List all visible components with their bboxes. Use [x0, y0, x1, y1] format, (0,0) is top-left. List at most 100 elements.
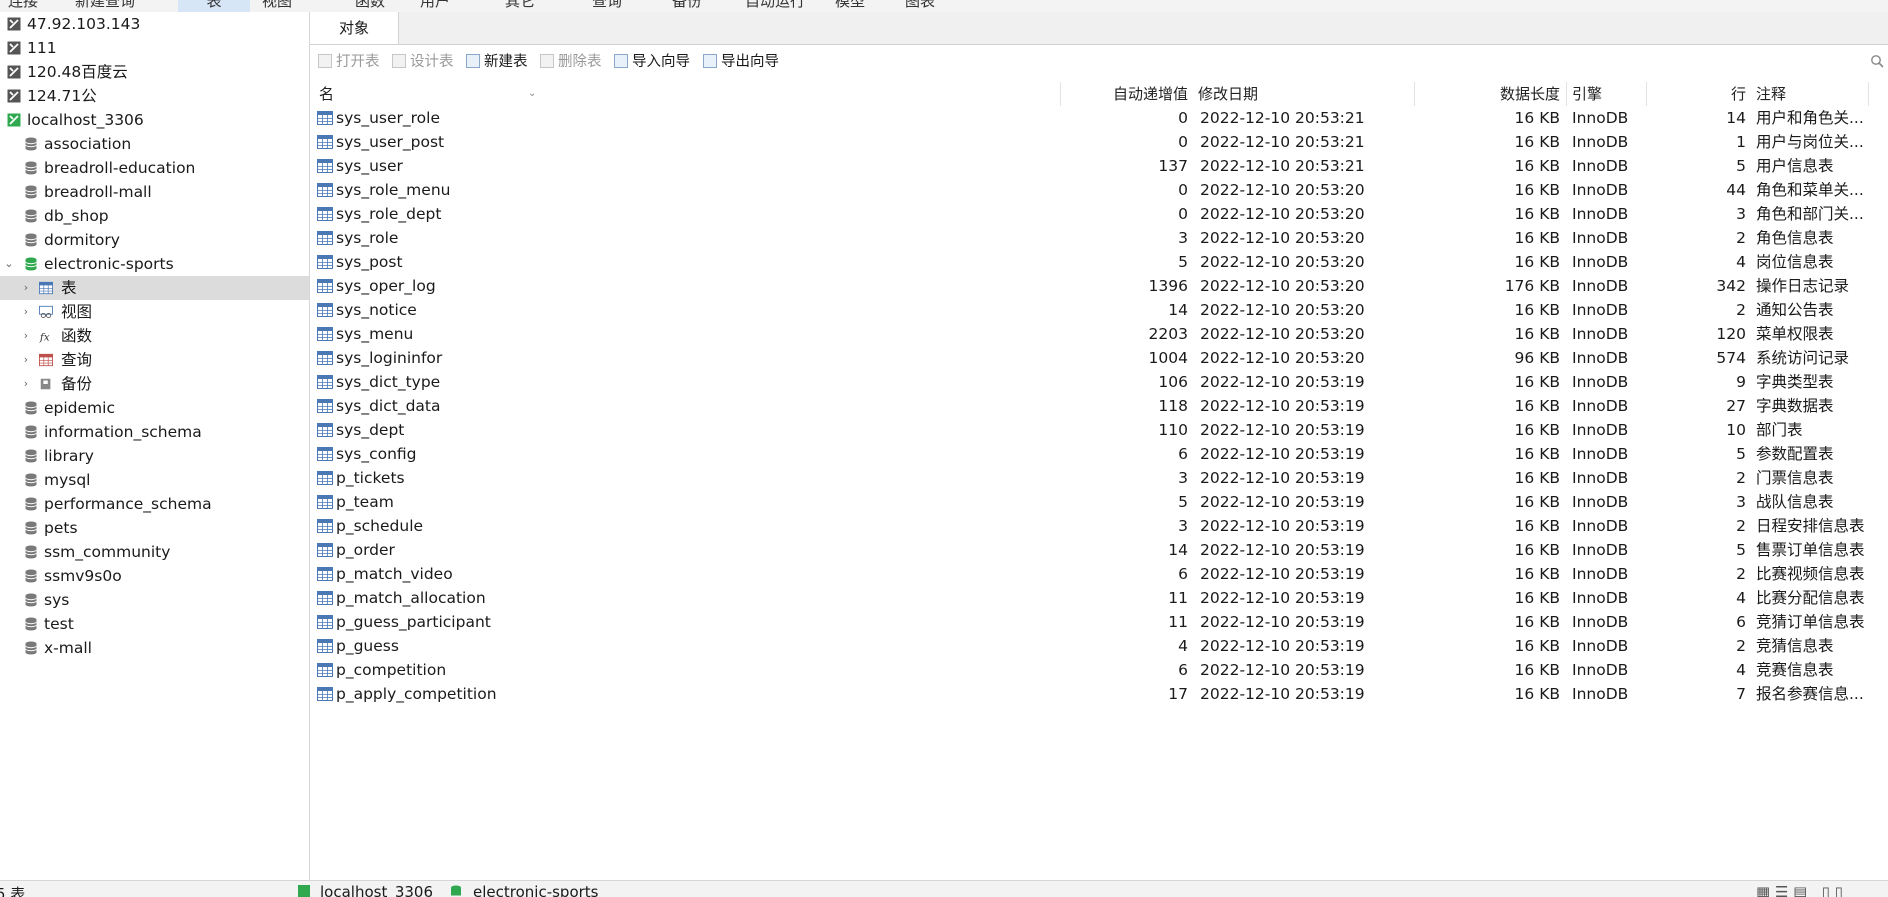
menu-item-10[interactable]: 模型	[835, 0, 865, 12]
menu-item-2[interactable]: 表	[178, 0, 250, 12]
open-table-button[interactable]: 打开表	[318, 49, 380, 75]
database-item[interactable]: ssmv9s0o	[0, 564, 309, 588]
chevron-right-icon[interactable]: ›	[20, 348, 32, 372]
column-divider[interactable]	[1060, 82, 1061, 106]
menu-item-4[interactable]: 函数	[355, 0, 385, 12]
chevron-down-icon[interactable]: ⌄	[3, 252, 15, 276]
table-cell: 16 KB	[1514, 157, 1560, 175]
export-wizard-button[interactable]: 导出向导	[703, 49, 779, 75]
table-row[interactable]: sys_role_menu 0 2022-12-10 20:53:20 16 KB In…	[310, 178, 1888, 202]
database-item[interactable]: breadroll-education	[0, 156, 309, 180]
tab-objects[interactable]: 对象	[310, 12, 399, 44]
chevron-right-icon[interactable]: ›	[20, 372, 32, 396]
database-item[interactable]: pets	[0, 516, 309, 540]
table-row[interactable]: sys_user 137 2022-12-10 20:53:21 16 KB InnoD…	[310, 154, 1888, 178]
menu-item-0[interactable]: 连接	[8, 0, 38, 12]
table-row[interactable]: sys_post 5 2022-12-10 20:53:20 16 KB InnoDB 4…	[310, 250, 1888, 274]
column-header[interactable]: 自动递增值	[1010, 82, 1188, 106]
connection-item-active[interactable]: localhost_3306	[0, 108, 309, 132]
column-divider[interactable]	[1414, 82, 1415, 106]
table-cell: p_team	[336, 493, 394, 511]
table-cell: 角色信息表	[1756, 229, 1834, 247]
database-item[interactable]: library	[0, 444, 309, 468]
search-icon[interactable]	[1870, 54, 1884, 68]
menu-item-11[interactable]: 图表	[905, 0, 935, 12]
table-row[interactable]: sys_dept 110 2022-12-10 20:53:19 16 KB InnoD…	[310, 418, 1888, 442]
table-row[interactable]: sys_logininfor 1004 2022-12-10 20:53:20 96 …	[310, 346, 1888, 370]
database-child-item[interactable]: › 查询	[0, 348, 309, 372]
column-divider[interactable]	[1646, 82, 1647, 106]
table-row[interactable]: p_tickets 3 2022-12-10 20:53:19 16 KB InnoDB…	[310, 466, 1888, 490]
view-mode-icons[interactable]: ▦ ☰ ▤ ▯ ▯	[1756, 883, 1843, 897]
svg-text:fx: fx	[39, 331, 50, 343]
table-row[interactable]: p_team 5 2022-12-10 20:53:19 16 KB InnoDB 3 战队…	[310, 490, 1888, 514]
table-cell: 2022-12-10 20:53:19	[1200, 469, 1365, 487]
table-row[interactable]: sys_config 6 2022-12-10 20:53:19 16 KB InnoD…	[310, 442, 1888, 466]
database-item[interactable]: association	[0, 132, 309, 156]
database-item[interactable]: test	[0, 612, 309, 636]
menu-item-7[interactable]: 查询	[592, 0, 622, 12]
column-header[interactable]: 数据长度	[1410, 82, 1560, 106]
table-row[interactable]: p_order 14 2022-12-10 20:53:19 16 KB InnoDB 5…	[310, 538, 1888, 562]
database-item[interactable]: performance_schema	[0, 492, 309, 516]
database-child-item[interactable]: › fx 函数	[0, 324, 309, 348]
database-child-item[interactable]: › 表	[0, 276, 309, 300]
menu-item-9[interactable]: 自动运行	[745, 0, 805, 12]
table-row[interactable]: sys_role 3 2022-12-10 20:53:20 16 KB InnoDB 2…	[310, 226, 1888, 250]
database-item[interactable]: x-mall	[0, 636, 309, 660]
column-header[interactable]: 行	[1646, 82, 1746, 106]
connection-item[interactable]: 47.92.103.143	[0, 12, 309, 36]
chevron-right-icon[interactable]: ›	[20, 324, 32, 348]
column-divider[interactable]	[1566, 82, 1567, 106]
database-item[interactable]: information_schema	[0, 420, 309, 444]
menu-item-8[interactable]: 备份	[672, 0, 702, 12]
chevron-right-icon[interactable]: ›	[20, 300, 32, 324]
menu-item-3[interactable]: 视图	[262, 0, 292, 12]
table-row[interactable]: p_competition 6 2022-12-10 20:53:19 16 KB In…	[310, 658, 1888, 682]
database-item[interactable]: ssm_community	[0, 540, 309, 564]
database-item-open[interactable]: ⌄ electronic-sports	[0, 252, 309, 276]
column-header[interactable]: 名	[319, 82, 334, 106]
database-item[interactable]: db_shop	[0, 204, 309, 228]
table-row[interactable]: sys_user_post 0 2022-12-10 20:53:21 16 KB In…	[310, 130, 1888, 154]
import-wizard-button[interactable]: 导入向导	[614, 49, 690, 75]
database-item[interactable]: sys	[0, 588, 309, 612]
table-row[interactable]: sys_oper_log 1396 2022-12-10 20:53:20 176 K…	[310, 274, 1888, 298]
table-row[interactable]: p_guess 4 2022-12-10 20:53:19 16 KB InnoDB 2 竞…	[310, 634, 1888, 658]
table-row[interactable]: p_match_allocation 11 2022-12-10 20:53:19 1…	[310, 586, 1888, 610]
column-header[interactable]: 引擎	[1572, 82, 1602, 106]
column-header[interactable]: 注释	[1756, 82, 1786, 106]
table-row[interactable]: sys_dict_type 106 2022-12-10 20:53:19 16 KB…	[310, 370, 1888, 394]
menu-item-5[interactable]: 用户	[420, 0, 450, 12]
table-row[interactable]: p_match_video 6 2022-12-10 20:53:19 16 KB In…	[310, 562, 1888, 586]
connection-item[interactable]: 111	[0, 36, 309, 60]
table-row[interactable]: p_apply_competition 17 2022-12-10 20:53:19…	[310, 682, 1888, 706]
menu-item-6[interactable]: 其它	[505, 0, 535, 12]
connection-item[interactable]: 120.48百度云	[0, 60, 309, 84]
table-cell: 96 KB	[1514, 349, 1560, 367]
table-row[interactable]: sys_role_dept 0 2022-12-10 20:53:20 16 KB In…	[310, 202, 1888, 226]
delete-table-button[interactable]: 删除表	[540, 49, 602, 75]
new-table-button[interactable]: 新建表	[466, 49, 528, 75]
menu-item-1[interactable]: 新建查询	[75, 0, 135, 12]
column-header[interactable]: 修改日期	[1198, 82, 1258, 106]
table-row[interactable]: sys_notice 14 2022-12-10 20:53:20 16 KB Inno…	[310, 298, 1888, 322]
database-item[interactable]: epidemic	[0, 396, 309, 420]
table-row[interactable]: sys_dict_data 118 2022-12-10 20:53:19 16 KB…	[310, 394, 1888, 418]
database-item[interactable]: breadroll-mall	[0, 180, 309, 204]
table-cell: 2022-12-10 20:53:21	[1200, 133, 1365, 151]
table-row[interactable]: sys_menu 2203 2022-12-10 20:53:20 16 KB Inno…	[310, 322, 1888, 346]
table-cell: 竞赛信息表	[1756, 661, 1834, 679]
new-table-icon	[466, 54, 480, 68]
table-row[interactable]: sys_user_role 0 2022-12-10 20:53:21 16 KB In…	[310, 106, 1888, 130]
database-child-item[interactable]: › 视图	[0, 300, 309, 324]
connection-item[interactable]: 124.71公	[0, 84, 309, 108]
chevron-right-icon[interactable]: ›	[20, 276, 32, 300]
column-divider[interactable]	[1868, 82, 1869, 106]
table-row[interactable]: p_guess_participant 11 2022-12-10 20:53:19…	[310, 610, 1888, 634]
table-row[interactable]: p_schedule 3 2022-12-10 20:53:19 16 KB InnoD…	[310, 514, 1888, 538]
database-item[interactable]: mysql	[0, 468, 309, 492]
database-child-item[interactable]: › 备份	[0, 372, 309, 396]
database-item[interactable]: dormitory	[0, 228, 309, 252]
design-table-button[interactable]: 设计表	[392, 49, 454, 75]
